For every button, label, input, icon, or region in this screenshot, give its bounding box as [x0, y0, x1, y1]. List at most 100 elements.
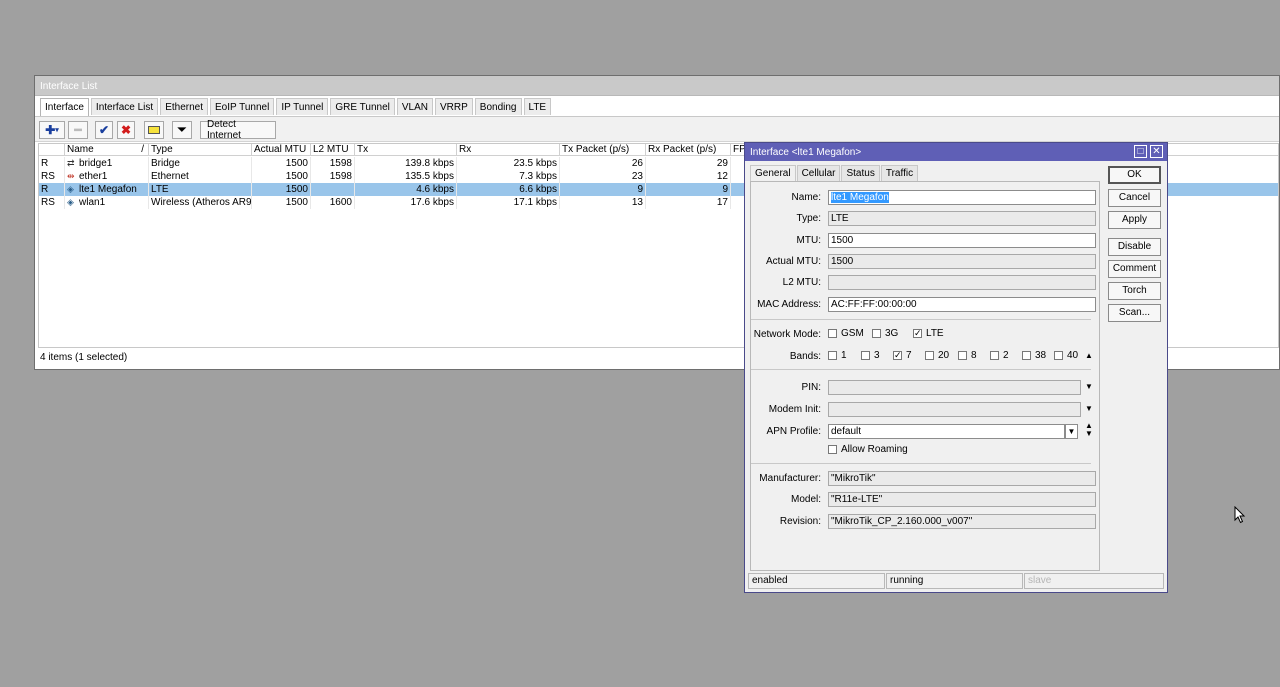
checkbox-box: [861, 351, 870, 360]
tab-status[interactable]: Status: [841, 165, 880, 181]
checkmark-icon: ✓: [893, 350, 902, 360]
col-type[interactable]: Type: [149, 144, 252, 156]
status-slave: slave: [1024, 573, 1164, 589]
checkmark-icon: ✓: [913, 328, 922, 338]
col-flags[interactable]: [39, 144, 65, 156]
modem-init-dropdown-icon[interactable]: ▼: [1085, 404, 1093, 413]
enable-button[interactable]: ✔: [95, 121, 113, 139]
col-l2-mtu[interactable]: L2 MTU: [311, 144, 355, 156]
band-3-checkbox[interactable]: 3: [861, 350, 880, 361]
col-tx-packet[interactable]: Tx Packet (p/s): [560, 144, 646, 156]
row-rx: 23.5 kbps: [457, 157, 560, 170]
row-l2-mtu: [311, 183, 355, 196]
cancel-button[interactable]: Cancel: [1108, 189, 1161, 207]
collapse-up-icon[interactable]: ▲: [1085, 351, 1093, 360]
dialog-title: Interface <lte1 Megafon>: [750, 147, 862, 158]
apn-profile-select[interactable]: default: [828, 424, 1065, 439]
gsm-checkbox[interactable]: GSM: [828, 328, 864, 339]
actual-mtu-label: Actual MTU:: [765, 256, 821, 267]
tab-eoip-tunnel[interactable]: EoIP Tunnel: [210, 98, 275, 115]
dialog-title-bar[interactable]: Interface <lte1 Megafon> □ ✕: [745, 143, 1167, 161]
row-rx-packet: 9: [646, 183, 731, 196]
row-tx: 139.8 kbps: [355, 157, 457, 170]
row-name-text: lte1 Megafon: [79, 184, 137, 195]
band-label: 7: [906, 350, 912, 361]
row-type: LTE: [149, 183, 252, 196]
add-button[interactable]: ✚ ▾: [39, 121, 65, 139]
band-8-checkbox[interactable]: 8: [958, 350, 977, 361]
bridge-icon: ⇄: [67, 158, 75, 168]
up-down-icon[interactable]: ▲ ▼: [1085, 422, 1093, 438]
filter-icon: ⏷: [177, 123, 187, 136]
band-1-checkbox[interactable]: 1: [828, 350, 847, 361]
name-field[interactable]: lte1 Megafon: [828, 190, 1096, 205]
scan-button[interactable]: Scan...: [1108, 304, 1161, 322]
tab-cellular[interactable]: Cellular: [796, 165, 841, 181]
row-flags: RS: [39, 170, 65, 183]
col-name[interactable]: Name /: [65, 144, 149, 156]
mtu-field[interactable]: 1500: [828, 233, 1096, 248]
minus-icon: ━: [74, 123, 82, 137]
filter-button[interactable]: ⏷: [172, 121, 192, 139]
band-label: 2: [1003, 350, 1009, 361]
row-tx-packet: 13: [560, 196, 646, 209]
tab-vlan[interactable]: VLAN: [396, 98, 433, 115]
tab-traffic[interactable]: Traffic: [880, 165, 919, 181]
checkbox-box: [872, 329, 881, 338]
tab-vrrp[interactable]: VRRP: [435, 98, 473, 115]
col-tx[interactable]: Tx: [355, 144, 457, 156]
remove-button[interactable]: ━: [68, 121, 88, 139]
band-38-checkbox[interactable]: 38: [1022, 350, 1046, 361]
band-40-checkbox[interactable]: 40: [1054, 350, 1078, 361]
apply-button[interactable]: Apply: [1108, 211, 1161, 229]
pin-dropdown-icon[interactable]: ▼: [1085, 382, 1093, 391]
row-type: Bridge: [149, 157, 252, 170]
tab-interface-list[interactable]: Interface List: [90, 98, 159, 115]
col-actual-mtu[interactable]: Actual MTU: [252, 144, 311, 156]
apn-dropdown-icon[interactable]: ▼: [1065, 424, 1078, 439]
divider: [751, 369, 1091, 370]
checkbox-box: [1022, 351, 1031, 360]
tab-ethernet[interactable]: Ethernet: [160, 98, 208, 115]
l2-mtu-label: L2 MTU:: [782, 277, 821, 288]
row-actual-mtu: 1500: [252, 170, 311, 183]
mac-address-field[interactable]: AC:FF:FF:00:00:00: [828, 297, 1096, 312]
checkbox-box: [828, 445, 837, 454]
col-name-label: Name: [67, 144, 94, 155]
row-tx: 135.5 kbps: [355, 170, 457, 183]
disable-button[interactable]: ✖: [117, 121, 135, 139]
tab-interface[interactable]: Interface: [40, 98, 89, 116]
close-icon[interactable]: ✕: [1150, 145, 1163, 158]
manufacturer-label: Manufacturer:: [759, 473, 821, 484]
pin-field[interactable]: [828, 380, 1081, 395]
col-rx-packet[interactable]: Rx Packet (p/s): [646, 144, 731, 156]
tab-gre-tunnel[interactable]: GRE Tunnel: [330, 98, 395, 115]
tab-bonding[interactable]: Bonding: [474, 98, 522, 115]
comment-button[interactable]: [144, 121, 164, 139]
band-label: 3: [874, 350, 880, 361]
comment-button[interactable]: Comment: [1108, 260, 1161, 278]
row-l2-mtu: 1600: [311, 196, 355, 209]
torch-button[interactable]: Torch: [1108, 282, 1161, 300]
plus-icon: ✚: [45, 123, 56, 137]
tab-ip-tunnel[interactable]: IP Tunnel: [276, 98, 329, 115]
col-rx[interactable]: Rx: [457, 144, 560, 156]
maximize-icon[interactable]: □: [1134, 145, 1147, 158]
modem-init-field[interactable]: [828, 402, 1081, 417]
band-7-checkbox[interactable]: ✓ 7: [893, 350, 912, 361]
band-2-checkbox[interactable]: 2: [990, 350, 1009, 361]
row-actual-mtu: 1500: [252, 157, 311, 170]
tab-general[interactable]: General: [750, 165, 796, 182]
disable-button[interactable]: Disable: [1108, 238, 1161, 256]
band-label: 1: [841, 350, 847, 361]
3g-checkbox[interactable]: 3G: [872, 328, 898, 339]
row-rx-packet: 12: [646, 170, 731, 183]
detect-internet-button[interactable]: Detect Internet: [200, 119, 276, 141]
name-label: Name:: [791, 192, 821, 203]
toolbar: ✚ ▾ ━ ✔ ✖ ⏷ Detect Internet: [35, 116, 1279, 142]
lte-checkbox[interactable]: ✓ LTE: [913, 328, 944, 339]
tab-lte[interactable]: LTE: [523, 98, 552, 115]
band-20-checkbox[interactable]: 20: [925, 350, 949, 361]
ok-button[interactable]: OK: [1108, 166, 1161, 184]
allow-roaming-checkbox[interactable]: Allow Roaming: [828, 444, 908, 455]
